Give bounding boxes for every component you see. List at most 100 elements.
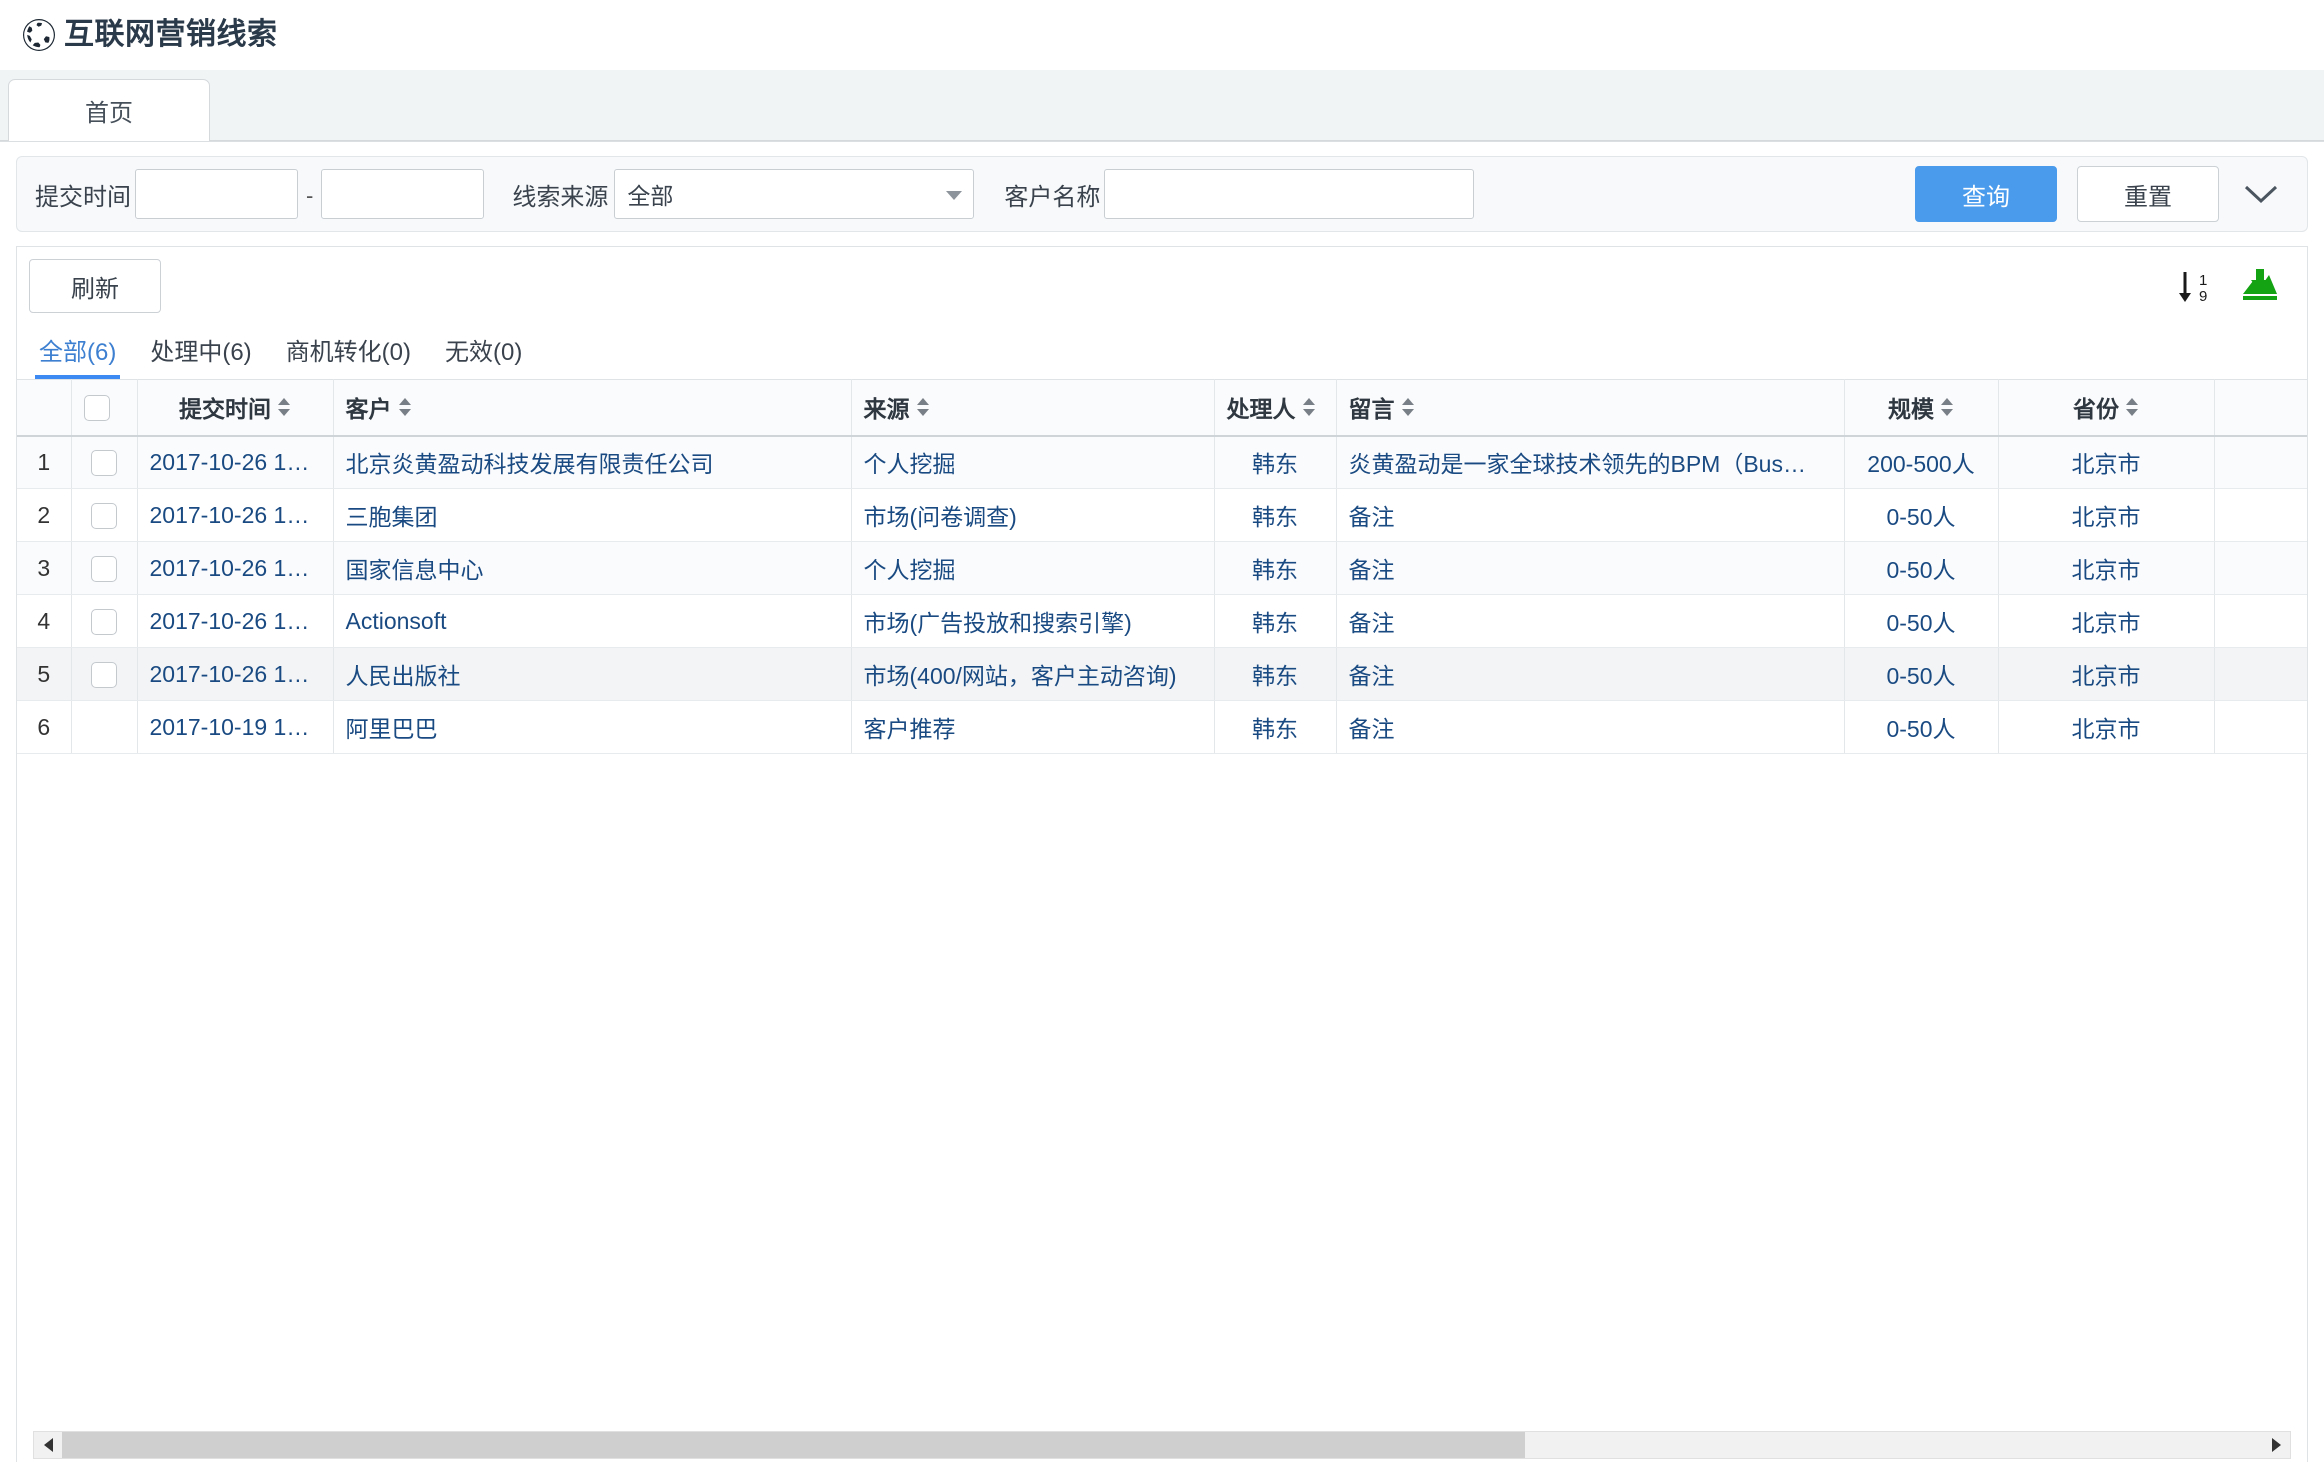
cell-scale: 0-50人 [1844, 700, 1999, 754]
status-tab-all[interactable]: 全部(6) [35, 332, 121, 379]
cell-scale: 0-50人 [1844, 594, 1999, 648]
th-customer[interactable]: 客户 [333, 379, 852, 437]
customer-name-input[interactable] [1104, 169, 1475, 219]
globe-icon [23, 18, 55, 51]
cell-province: 北京市 [1998, 700, 2215, 754]
reset-button[interactable]: 重置 [2077, 166, 2219, 222]
sort-toggle-icon[interactable] [398, 396, 412, 418]
refresh-button-label: 刷新 [71, 275, 119, 303]
row-checkbox[interactable] [91, 608, 117, 635]
table-row[interactable]: 5 2017-10-26 14:20:48人民出版社市场(400/网站，客户主动咨… [17, 647, 2307, 701]
scroll-right-button[interactable] [2262, 1432, 2290, 1458]
table-row[interactable]: 3 2017-10-26 14:20:48国家信息中心个人挖掘韩东备注0-50人北… [17, 541, 2307, 595]
th-tail [2214, 379, 2307, 437]
th-index [17, 379, 72, 437]
chevron-down-icon [2244, 185, 2278, 204]
row-select-cell[interactable] [71, 647, 138, 701]
sort-toggle-icon[interactable] [1302, 396, 1316, 418]
table-row[interactable]: 1 2017-10-26 14:23:41北京炎黄盈动科技发展有限责任公司个人挖掘… [17, 435, 2307, 489]
sort-toggle-icon[interactable] [2125, 396, 2139, 418]
th-message[interactable]: 留言 [1336, 379, 1845, 437]
source-select-value: 全部 [627, 183, 674, 209]
cell-owner: 韩东 [1214, 435, 1337, 489]
sort-toggle-icon[interactable] [277, 396, 291, 418]
th-source[interactable]: 来源 [851, 379, 1215, 437]
cell-province: 北京市 [1998, 594, 2215, 648]
sort-toggle-icon[interactable] [1401, 396, 1415, 418]
row-checkbox[interactable] [91, 450, 117, 477]
cell-message: 炎黄盈动是一家全球技术领先的BPM（Bus… [1336, 435, 1845, 489]
th-select-all[interactable] [71, 379, 138, 437]
cell-customer: 人民出版社 [333, 647, 852, 701]
cell-tail [2214, 435, 2307, 489]
toolbar-icon-group: 1 9 [2173, 266, 2287, 306]
sort-toggle-icon[interactable] [1940, 396, 1954, 418]
triangle-left-icon [43, 1438, 53, 1452]
sort-numeric-down-icon[interactable]: 1 9 [2173, 266, 2217, 306]
page-title: 互联网营销线索 [64, 17, 278, 51]
row-checkbox[interactable] [91, 555, 117, 582]
status-tab-all-label: 全部(6) [39, 339, 117, 366]
cell-source: 市场(广告投放和搜索引擎) [851, 594, 1215, 648]
content-card: 刷新 1 9 全部(6) 处理中(6) 商机转化(0) 无效(0) 提交时间 客… [16, 246, 2308, 1462]
table-row[interactable]: 2 2017-10-26 14:20:48三胞集团市场(问卷调查)韩东备注0-50… [17, 488, 2307, 542]
customer-name-label: 客户名称 [1004, 183, 1101, 211]
source-label: 线索来源 [512, 183, 609, 211]
select-all-checkbox[interactable] [83, 395, 110, 422]
grid-toolbar: 刷新 1 9 [17, 247, 2307, 325]
cell-customer: 国家信息中心 [333, 541, 852, 595]
row-index: 4 [17, 594, 72, 648]
th-province-label: 省份 [2073, 396, 2119, 423]
horizontal-scrollbar[interactable] [33, 1431, 2291, 1459]
collapse-filters-button[interactable] [2229, 166, 2293, 222]
svg-text:9: 9 [2199, 288, 2207, 305]
submit-time-to-input[interactable] [321, 169, 485, 219]
status-tab-invalid[interactable]: 无效(0) [441, 332, 526, 379]
cell-submit-time: 2017-10-26 14:20:48 [137, 594, 334, 648]
status-tab-opportunity[interactable]: 商机转化(0) [282, 332, 415, 379]
th-customer-label: 客户 [345, 396, 392, 423]
row-select-cell[interactable] [71, 541, 138, 595]
cell-message: 备注 [1336, 488, 1845, 542]
source-select[interactable]: 全部 [614, 169, 975, 219]
submit-time-from-input[interactable] [135, 169, 298, 219]
status-tab-invalid-label: 无效(0) [445, 339, 523, 366]
cell-owner: 韩东 [1214, 647, 1337, 701]
cell-owner: 韩东 [1214, 488, 1337, 542]
th-submit-time[interactable]: 提交时间 [137, 379, 334, 437]
th-scale-label: 规模 [1888, 396, 1934, 423]
cell-tail [2214, 647, 2307, 701]
table-row[interactable]: 4 2017-10-26 14:20:48Actionsoft市场(广告投放和搜索… [17, 594, 2307, 648]
th-source-label: 来源 [863, 396, 910, 423]
status-tab-bar: 全部(6) 处理中(6) 商机转化(0) 无效(0) [17, 325, 2307, 379]
tab-strip: 首页 [0, 70, 2324, 142]
query-button[interactable]: 查询 [1915, 166, 2057, 222]
cell-tail [2214, 488, 2307, 542]
cell-message: 备注 [1336, 594, 1845, 648]
export-download-icon[interactable] [2239, 266, 2281, 306]
row-checkbox[interactable] [91, 502, 117, 529]
table-scroll-area[interactable]: 提交时间 客户 来源 处理人 留言 规模 省份 1 2017-10-26 14:… [17, 379, 2307, 1462]
leads-table: 提交时间 客户 来源 处理人 留言 规模 省份 1 2017-10-26 14:… [17, 379, 2307, 754]
range-separator: - [306, 183, 314, 208]
scrollbar-track[interactable] [62, 1432, 2262, 1458]
row-select-cell[interactable] [71, 700, 138, 754]
row-select-cell[interactable] [71, 435, 138, 489]
table-row[interactable]: 6 2017-10-19 17:50:44阿里巴巴客户推荐韩东备注0-50人北京市 [17, 700, 2307, 754]
sort-toggle-icon[interactable] [916, 396, 930, 418]
table-header-row: 提交时间 客户 来源 处理人 留言 规模 省份 [17, 379, 2307, 437]
th-province[interactable]: 省份 [1998, 379, 2215, 437]
th-owner[interactable]: 处理人 [1214, 379, 1337, 437]
row-checkbox[interactable] [91, 661, 117, 688]
th-scale[interactable]: 规模 [1844, 379, 1999, 437]
status-tab-processing[interactable]: 处理中(6) [146, 332, 255, 379]
row-select-cell[interactable] [71, 488, 138, 542]
cell-submit-time: 2017-10-26 14:20:48 [137, 488, 334, 542]
cell-scale: 0-50人 [1844, 488, 1999, 542]
row-select-cell[interactable] [71, 594, 138, 648]
tab-home[interactable]: 首页 [8, 79, 210, 141]
scroll-left-button[interactable] [34, 1432, 62, 1458]
cell-message: 备注 [1336, 700, 1845, 754]
refresh-button[interactable]: 刷新 [29, 259, 161, 313]
scrollbar-thumb[interactable] [62, 1432, 1525, 1458]
